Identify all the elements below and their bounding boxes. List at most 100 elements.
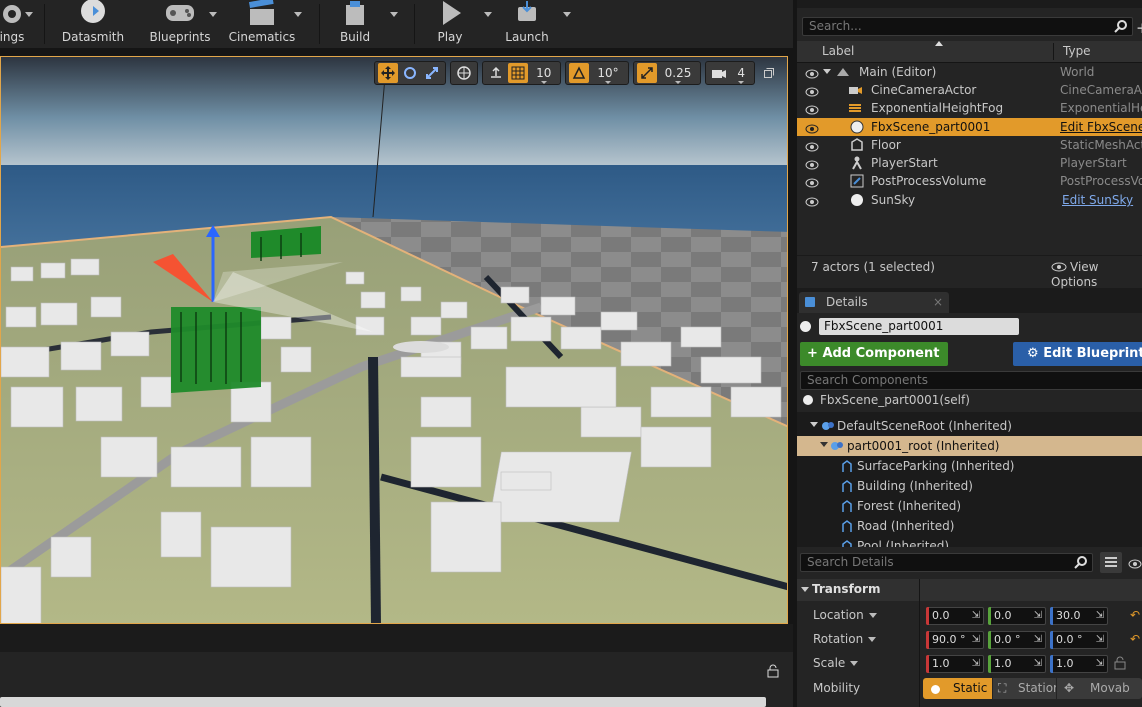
visibility-eye-icon[interactable] xyxy=(805,194,819,212)
transform-section-header[interactable]: Transform xyxy=(797,579,1142,601)
edit-blueprint-label: Edit Blueprint xyxy=(1043,346,1142,361)
outliner-search-input[interactable]: Search... xyxy=(802,17,1133,36)
search-details-input[interactable]: Search Details xyxy=(800,553,1093,572)
rotation-x-field[interactable]: 90.0 ° xyxy=(926,631,984,649)
component-row-forest[interactable]: Forest (Inherited) xyxy=(797,496,1142,516)
toolbar-settings-button[interactable]: ings xyxy=(0,0,30,48)
location-z-field[interactable]: 30.0 xyxy=(1050,607,1108,625)
component-row-surfaceparking[interactable]: SurfaceParking (Inherited) xyxy=(797,456,1142,476)
component-self-row[interactable]: FbxScene_part0001(self) xyxy=(797,390,1142,410)
lock-icon[interactable] xyxy=(766,664,780,681)
component-row-road[interactable]: Road (Inherited) xyxy=(797,516,1142,536)
outliner-row-label: Main (Editor) xyxy=(859,65,937,79)
location-x-field[interactable]: 0.0 xyxy=(926,607,984,625)
outliner-row-main-editor[interactable]: Main (Editor) World xyxy=(797,63,1142,81)
outliner-row-sunsky[interactable]: SunSky Edit SunSky xyxy=(797,191,1142,209)
post-process-icon xyxy=(849,173,865,189)
toolbar-gap xyxy=(0,48,793,56)
toolbar-play-button[interactable]: Play xyxy=(422,0,478,48)
component-row-defaultsceneroot[interactable]: DefaultSceneRoot (Inherited) xyxy=(797,416,1142,436)
surface-snap-icon[interactable] xyxy=(486,63,506,83)
rotation-snap-icon[interactable] xyxy=(569,63,590,83)
add-actor-icon[interactable]: + xyxy=(1136,19,1142,37)
actor-type-icon xyxy=(800,321,811,332)
maximize-viewport-icon[interactable] xyxy=(759,63,779,83)
cinematics-dropdown-caret[interactable] xyxy=(294,12,302,17)
grid-snap-value[interactable]: 10 xyxy=(530,66,557,84)
edit-sunsky-link[interactable]: Edit SunSky xyxy=(1062,191,1133,209)
camera-speed-group[interactable]: 4 xyxy=(705,61,755,85)
rotation-y-field[interactable]: 0.0 ° xyxy=(988,631,1046,649)
component-row-building[interactable]: Building (Inherited) xyxy=(797,476,1142,496)
column-label-header[interactable]: Label xyxy=(822,44,854,58)
view-options-button[interactable]: View Options xyxy=(1051,260,1142,289)
component-self-label: FbxScene_part0001(self) xyxy=(820,393,970,407)
scale-z-field[interactable]: 1.0 xyxy=(1050,655,1108,673)
mobility-movable-option[interactable]: ✥ Movab xyxy=(1057,678,1142,699)
blueprints-dropdown-caret[interactable] xyxy=(209,12,217,17)
column-type-header[interactable]: Type xyxy=(1063,44,1091,58)
outliner-row-exponentialheightfog[interactable]: ExponentialHeightFog ExponentialHei xyxy=(797,99,1142,117)
reset-rotation-icon[interactable]: ↶ xyxy=(1130,632,1140,646)
add-component-button[interactable]: + Add Component xyxy=(800,342,948,380)
settings-dropdown-caret[interactable] xyxy=(25,12,33,17)
world-local-toggle[interactable] xyxy=(450,61,479,85)
rotation-snap-value[interactable]: 10° xyxy=(591,66,624,84)
outliner-row-type: PlayerStart xyxy=(1060,156,1127,170)
content-browser-search-input[interactable] xyxy=(0,697,766,707)
translate-mode-icon[interactable] xyxy=(378,63,399,83)
scale-lock-icon[interactable] xyxy=(1114,656,1126,673)
scale-mode-icon[interactable] xyxy=(422,63,442,83)
rotation-label[interactable]: Rotation xyxy=(813,632,876,646)
mobility-movable-label: Movab xyxy=(1090,681,1130,695)
scale-snap-icon[interactable] xyxy=(636,63,657,83)
expand-arrow-icon[interactable] xyxy=(823,69,831,74)
scale-label[interactable]: Scale xyxy=(813,656,858,670)
gears-icon: ⚙ xyxy=(1027,346,1039,361)
player-start-icon xyxy=(849,155,865,171)
toolbar-build-button[interactable]: Build xyxy=(326,0,384,48)
build-dropdown-caret[interactable] xyxy=(390,12,398,17)
outliner-row-label: PostProcessVolume xyxy=(871,174,987,188)
scale-y-field[interactable]: 1.0 xyxy=(988,655,1046,673)
outliner-row-cinecameraactor[interactable]: CineCameraActor CineCameraActo xyxy=(797,81,1142,99)
mobility-stationary-option[interactable]: ⛶ Statior xyxy=(993,678,1056,699)
collapse-arrow-icon[interactable] xyxy=(810,422,818,427)
mobility-static-option[interactable]: Static xyxy=(923,678,992,699)
collapse-arrow-icon[interactable] xyxy=(820,442,828,447)
edit-blueprint-button[interactable]: ⚙ Edit Blueprint xyxy=(1013,342,1142,380)
component-row-part0001-root[interactable]: part0001_root (Inherited) xyxy=(797,436,1142,456)
grid-snap-icon[interactable] xyxy=(508,63,529,83)
outliner-row-fbxscene-part0001[interactable]: FbxScene_part0001 Edit FbxScene xyxy=(797,118,1142,136)
component-label: Pool (Inherited) xyxy=(857,539,950,547)
search-components-input[interactable]: Search Components xyxy=(800,371,1142,390)
toolbar-datasmith-button[interactable]: Datasmith xyxy=(57,0,129,48)
toolbar-blueprints-button[interactable]: Blueprints xyxy=(146,0,214,48)
rotation-z-field[interactable]: 0.0 ° xyxy=(1050,631,1108,649)
component-row-pool[interactable]: Pool (Inherited) xyxy=(797,536,1142,547)
actor-name-input[interactable]: FbxScene_part0001 xyxy=(819,318,1019,335)
details-tab[interactable]: Details × xyxy=(799,292,949,313)
location-label[interactable]: Location xyxy=(813,608,877,622)
outliner-row-postprocessvolume[interactable]: PostProcessVolume PostProcessVo xyxy=(797,172,1142,190)
edit-fbxscene-link[interactable]: Edit FbxScene xyxy=(1060,118,1142,136)
scale-x-field[interactable]: 1.0 xyxy=(926,655,984,673)
datasmith-icon xyxy=(73,0,113,27)
toolbar-launch-button[interactable]: Launch xyxy=(500,0,554,48)
property-matrix-button[interactable] xyxy=(1100,552,1122,573)
close-tab-icon[interactable]: × xyxy=(933,295,943,309)
launch-dropdown-caret[interactable] xyxy=(563,12,571,17)
plus-icon: + xyxy=(807,346,818,361)
toolbar-cinematics-button[interactable]: Cinematics xyxy=(226,0,298,48)
fog-icon xyxy=(847,100,863,116)
level-viewport[interactable]: 10 10° 0.25 4 xyxy=(0,56,788,624)
sphere-icon xyxy=(803,395,813,405)
location-y-field[interactable]: 0.0 xyxy=(988,607,1046,625)
rotate-mode-icon[interactable] xyxy=(400,63,420,83)
reset-location-icon[interactable]: ↶ xyxy=(1130,608,1140,622)
outliner-row-floor[interactable]: Floor StaticMeshActo xyxy=(797,136,1142,154)
play-dropdown-caret[interactable] xyxy=(484,12,492,17)
outliner-row-playerstart[interactable]: PlayerStart PlayerStart xyxy=(797,154,1142,172)
details-view-options-eye[interactable] xyxy=(1128,558,1142,572)
scale-snap-value[interactable]: 0.25 xyxy=(659,66,698,84)
